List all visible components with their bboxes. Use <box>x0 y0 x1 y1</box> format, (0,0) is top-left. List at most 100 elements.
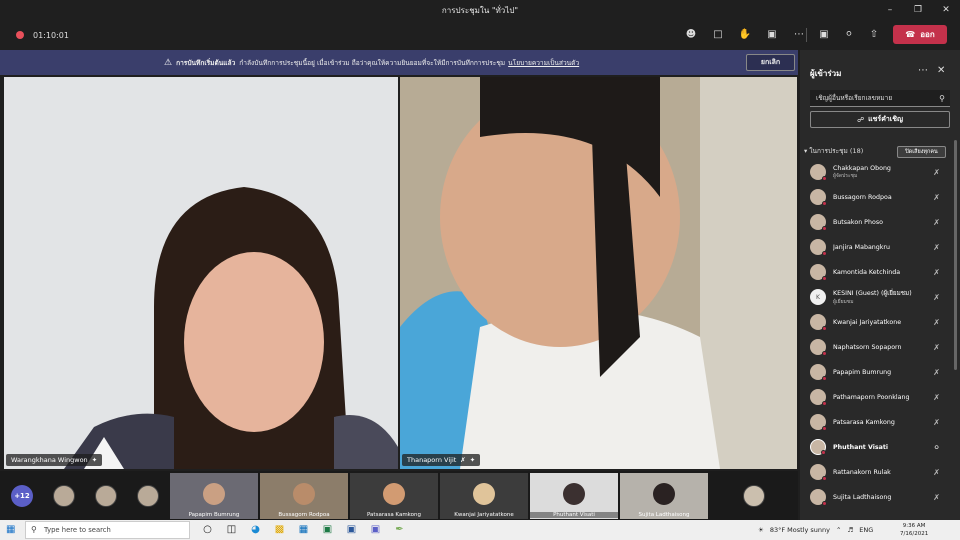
avatar[interactable] <box>53 485 75 507</box>
reactions-icon[interactable]: ✋ <box>737 26 753 44</box>
mute-all-button[interactable]: ปิดเสียงทุกคน <box>897 146 946 158</box>
leave-button[interactable]: ☎ ออก <box>893 25 947 44</box>
mic-off-icon: ✗ <box>933 217 940 227</box>
maximize-button[interactable]: ❐ <box>904 0 932 20</box>
phone-hangup-icon: ☎ <box>905 30 916 39</box>
avatar[interactable] <box>137 485 159 507</box>
dismiss-banner-button[interactable]: ยกเลิก <box>746 54 795 71</box>
status-badge <box>821 450 826 455</box>
name-tag: Warangkhana Wingwon ✦ <box>6 454 103 466</box>
chat-icon[interactable]: □ <box>710 26 726 44</box>
leave-label: ออก <box>920 30 935 39</box>
in-meeting-section-header[interactable]: ▾ ในการประชุม (18) <box>804 146 863 156</box>
participant-row[interactable]: Phuthant Visati ⚪ <box>806 437 946 457</box>
more-participants-button[interactable]: +12 <box>11 485 33 507</box>
pen-app-icon[interactable]: ✒ <box>392 522 407 537</box>
minimize-button[interactable]: – <box>876 0 904 20</box>
participant-info: KESINI (Guest) (ผู้เยี่ยมชม) ผู้เยี่ยมชม <box>833 288 933 306</box>
taskbar-clock[interactable]: 9:36 AM 7/16/2021 <box>900 522 928 538</box>
teams-icon[interactable]: ▣ <box>368 522 383 537</box>
video-thumbnail[interactable]: Sujita Ladthaisong <box>620 473 708 519</box>
edge-icon[interactable]: ◕ <box>248 522 263 537</box>
video-thumbnail[interactable]: Kwanjai Jariyatatkone <box>440 473 528 519</box>
video-tile-main-right[interactable]: Thanaporn Vijit ✗ ✦ <box>400 77 797 469</box>
language-indicator[interactable]: ENG <box>859 526 873 534</box>
people-icon[interactable]: ☻ <box>683 26 699 44</box>
task-view-icon[interactable]: ◫ <box>224 522 239 537</box>
share-invite-button[interactable]: ☍ แชร์คำเชิญ <box>810 111 950 128</box>
participant-row[interactable]: Papapim Bumrung ✗ <box>806 362 946 382</box>
mic-off-icon: ✗ <box>933 492 940 502</box>
participant-row[interactable]: Kwanjai Jariyatatkone ✗ <box>806 312 946 332</box>
participant-row[interactable]: Sujita Ladthaisong ✗ <box>806 487 946 507</box>
privacy-policy-link[interactable]: นโยบายความเป็นส่วนตัว <box>508 57 579 68</box>
search-icon: ⚲ <box>31 525 37 534</box>
warning-icon: ⚠ <box>164 57 173 68</box>
close-window-button[interactable]: ✕ <box>932 0 960 20</box>
close-icon[interactable]: ✕ <box>937 65 945 76</box>
participant-row[interactable]: Rattanakorn Rulak ✗ <box>806 462 946 482</box>
chevron-up-icon[interactable]: ⌃ <box>836 526 841 534</box>
cortana-icon[interactable]: ○ <box>200 522 215 537</box>
avatar <box>810 214 827 231</box>
participant-name: Butsakon Phoso <box>833 218 883 226</box>
participant-info: Kamontida Ketchinda <box>833 269 933 276</box>
avatar[interactable] <box>95 485 117 507</box>
windows-start-icon[interactable]: ▦ <box>6 524 15 535</box>
participant-name: Pathamaporn Poonklang <box>833 393 910 401</box>
more-icon[interactable]: ⋯ <box>791 26 807 44</box>
meeting-toolbar: 01:10:01 ☻ □ ✋ ▣ ⋯ ▣ ⚪ ⇧ ☎ ออก <box>0 20 960 50</box>
status-badge <box>822 401 827 406</box>
participant-info: Chakkapan Obong ผู้จัดประชุม <box>833 165 933 180</box>
weather-text[interactable]: 83°F Mostly sunny <box>770 526 830 534</box>
excel-icon[interactable]: ▣ <box>320 522 335 537</box>
word-icon[interactable]: ▣ <box>344 522 359 537</box>
section-label: ในการประชุม (18) <box>809 147 864 155</box>
avatar <box>810 439 826 455</box>
participant-name: Sujita Ladthaisong <box>833 493 892 501</box>
avatar <box>810 314 827 331</box>
mic-off-icon: ✗ <box>933 417 940 427</box>
rooms-icon[interactable]: ▣ <box>764 26 780 44</box>
invite-input[interactable]: เชิญผู้อื่นหรือเรียกเลขหมาย ⚲ <box>810 90 950 107</box>
taskbar-search-input[interactable]: ⚲ Type here to search <box>25 521 190 539</box>
more-options-icon[interactable]: ⋯ <box>918 65 928 76</box>
file-explorer-icon[interactable]: ▩ <box>272 522 287 537</box>
participant-row[interactable]: Butsakon Phoso ✗ <box>806 212 946 232</box>
participant-row[interactable]: Patsarasa Kamkong ✗ <box>806 412 946 432</box>
status-badge <box>822 176 827 181</box>
toolbar-actions: ☻ □ ✋ ▣ ⋯ <box>683 26 807 44</box>
participant-row[interactable]: Kamontida Ketchinda ✗ <box>806 262 946 282</box>
mic-off-icon: ✗ <box>933 392 940 402</box>
video-thumbnail[interactable]: Bussagorn Rodpoa <box>260 473 348 519</box>
participant-row[interactable]: Bussagorn Rodpoa ✗ <box>806 187 946 207</box>
video-thumbnail[interactable]: Phuthant Visati <box>530 473 618 519</box>
participant-row[interactable]: Chakkapan Obong ผู้จัดประชุม ✗ <box>806 162 946 182</box>
video-thumbnail[interactable]: Patsarasa Kamkong <box>350 473 438 519</box>
status-badge <box>822 501 827 506</box>
panel-scrollbar[interactable] <box>954 140 957 370</box>
status-badge <box>822 376 827 381</box>
participant-name: Patsarasa Kamkong <box>833 418 895 426</box>
avatar[interactable] <box>743 485 765 507</box>
weather-icon: ☀ <box>758 526 764 534</box>
avatar <box>810 464 827 481</box>
avatar <box>473 483 495 505</box>
meeting-timer: 01:10:01 <box>33 30 69 40</box>
pin-icon: ✦ <box>469 456 476 464</box>
participant-row[interactable]: Pathamaporn Poonklang ✗ <box>806 387 946 407</box>
mic-off-icon: ✗ <box>933 192 940 202</box>
camera-off-icon[interactable]: ▣ <box>816 26 832 44</box>
store-icon[interactable]: ▦ <box>296 522 311 537</box>
mic-off-icon: ✗ <box>933 167 940 177</box>
participant-row[interactable]: Naphatsorn Sopaporn ✗ <box>806 337 946 357</box>
participant-row[interactable]: K KESINI (Guest) (ผู้เยี่ยมชม) ผู้เยี่ยม… <box>806 287 946 307</box>
participant-name: Naphatsorn Sopaporn <box>833 343 902 351</box>
mic-off-icon[interactable]: ⚪ <box>841 26 857 44</box>
volume-icon[interactable]: ♬ <box>847 526 853 534</box>
mic-off-icon: ✗ <box>933 242 940 252</box>
share-screen-icon[interactable]: ⇧ <box>866 26 882 44</box>
participant-row[interactable]: Janjira Mabangkru ✗ <box>806 237 946 257</box>
video-thumbnail[interactable]: Papapim Bumrung <box>170 473 258 519</box>
video-tile-main-left[interactable]: Warangkhana Wingwon ✦ <box>4 77 398 469</box>
